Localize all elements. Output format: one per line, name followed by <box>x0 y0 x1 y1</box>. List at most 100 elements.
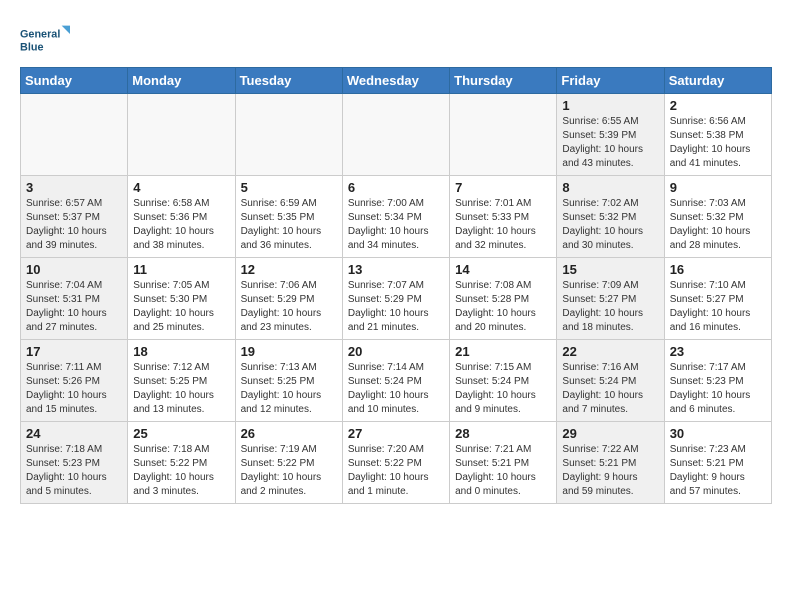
day-info: Sunrise: 6:57 AMSunset: 5:37 PMDaylight:… <box>26 197 122 253</box>
day-cell: 2 Sunrise: 6:56 AMSunset: 5:38 PMDaylight… <box>664 94 771 176</box>
day-number: 10 <box>26 262 122 277</box>
day-cell: 21 Sunrise: 7:15 AMSunset: 5:24 PMDayligh… <box>450 340 557 422</box>
week-row-2: 3 Sunrise: 6:57 AMSunset: 5:37 PMDaylight… <box>21 176 772 258</box>
day-number: 16 <box>670 262 766 277</box>
day-cell <box>235 94 342 176</box>
day-info: Sunrise: 7:03 AMSunset: 5:32 PMDaylight:… <box>670 197 766 253</box>
weekday-header-monday: Monday <box>128 68 235 94</box>
weekday-header-wednesday: Wednesday <box>342 68 449 94</box>
day-number: 6 <box>348 180 444 195</box>
day-info: Sunrise: 7:09 AMSunset: 5:27 PMDaylight:… <box>562 279 658 335</box>
day-cell: 13Sunrise: 7:07 AMSunset: 5:29 PMDayligh… <box>342 258 449 340</box>
svg-text:General: General <box>20 28 60 40</box>
day-cell <box>21 94 128 176</box>
day-cell: 17 Sunrise: 7:11 AMSunset: 5:26 PMDayligh… <box>21 340 128 422</box>
day-info: Sunrise: 7:14 AMSunset: 5:24 PMDaylight:… <box>348 361 444 417</box>
svg-text:Blue: Blue <box>20 42 43 54</box>
week-row-1: 1Sunrise: 6:55 AMSunset: 5:39 PMDaylight… <box>21 94 772 176</box>
day-cell: 10 Sunrise: 7:04 AMSunset: 5:31 PMDayligh… <box>21 258 128 340</box>
day-cell: 6 Sunrise: 7:00 AMSunset: 5:34 PMDaylight… <box>342 176 449 258</box>
day-cell: 30Sunrise: 7:23 AMSunset: 5:21 PMDayligh… <box>664 422 771 504</box>
day-number: 23 <box>670 344 766 359</box>
day-number: 17 <box>26 344 122 359</box>
day-info: Sunrise: 7:18 AMSunset: 5:23 PMDaylight:… <box>26 443 122 499</box>
day-cell: 19 Sunrise: 7:13 AMSunset: 5:25 PMDayligh… <box>235 340 342 422</box>
day-cell: 22 Sunrise: 7:16 AMSunset: 5:24 PMDayligh… <box>557 340 664 422</box>
day-info: Sunrise: 7:21 AMSunset: 5:21 PMDaylight:… <box>455 443 551 499</box>
day-number: 29 <box>562 426 658 441</box>
day-cell: 20 Sunrise: 7:14 AMSunset: 5:24 PMDayligh… <box>342 340 449 422</box>
day-number: 28 <box>455 426 551 441</box>
day-info: Sunrise: 7:05 AMSunset: 5:30 PMDaylight:… <box>133 279 229 335</box>
day-info: Sunrise: 7:13 AMSunset: 5:25 PMDaylight:… <box>241 361 337 417</box>
day-info: Sunrise: 7:19 AMSunset: 5:22 PMDaylight:… <box>241 443 337 499</box>
week-row-3: 10 Sunrise: 7:04 AMSunset: 5:31 PMDayligh… <box>21 258 772 340</box>
calendar-table: SundayMondayTuesdayWednesdayThursdayFrid… <box>20 67 772 504</box>
day-cell: 29 Sunrise: 7:22 AMSunset: 5:21 PMDayligh… <box>557 422 664 504</box>
day-info: Sunrise: 7:00 AMSunset: 5:34 PMDaylight:… <box>348 197 444 253</box>
day-cell: 4 Sunrise: 6:58 AMSunset: 5:36 PMDaylight… <box>128 176 235 258</box>
day-info: Sunrise: 7:17 AMSunset: 5:23 PMDaylight:… <box>670 361 766 417</box>
day-info: Sunrise: 7:08 AMSunset: 5:28 PMDaylight:… <box>455 279 551 335</box>
day-info: Sunrise: 7:12 AMSunset: 5:25 PMDaylight:… <box>133 361 229 417</box>
day-info: Sunrise: 7:02 AMSunset: 5:32 PMDaylight:… <box>562 197 658 253</box>
day-cell: 18 Sunrise: 7:12 AMSunset: 5:25 PMDayligh… <box>128 340 235 422</box>
day-info: Sunrise: 7:16 AMSunset: 5:24 PMDaylight:… <box>562 361 658 417</box>
weekday-header-saturday: Saturday <box>664 68 771 94</box>
day-number: 2 <box>670 98 766 113</box>
day-cell <box>128 94 235 176</box>
day-info: Sunrise: 7:11 AMSunset: 5:26 PMDaylight:… <box>26 361 122 417</box>
day-info: Sunrise: 7:20 AMSunset: 5:22 PMDaylight:… <box>348 443 444 499</box>
logo: General Blue <box>20 19 70 59</box>
day-cell: 12 Sunrise: 7:06 AMSunset: 5:29 PMDayligh… <box>235 258 342 340</box>
day-info: Sunrise: 7:06 AMSunset: 5:29 PMDaylight:… <box>241 279 337 335</box>
day-cell: 1Sunrise: 6:55 AMSunset: 5:39 PMDaylight… <box>557 94 664 176</box>
day-info: Sunrise: 7:15 AMSunset: 5:24 PMDaylight:… <box>455 361 551 417</box>
day-cell: 7 Sunrise: 7:01 AMSunset: 5:33 PMDaylight… <box>450 176 557 258</box>
day-number: 8 <box>562 180 658 195</box>
logo-svg: General Blue <box>20 19 70 59</box>
day-cell: 16 Sunrise: 7:10 AMSunset: 5:27 PMDayligh… <box>664 258 771 340</box>
day-cell: 11 Sunrise: 7:05 AMSunset: 5:30 PMDayligh… <box>128 258 235 340</box>
day-cell: 15 Sunrise: 7:09 AMSunset: 5:27 PMDayligh… <box>557 258 664 340</box>
day-cell: 28 Sunrise: 7:21 AMSunset: 5:21 PMDayligh… <box>450 422 557 504</box>
day-info: Sunrise: 7:01 AMSunset: 5:33 PMDaylight:… <box>455 197 551 253</box>
day-info: Sunrise: 7:07 AMSunset: 5:29 PMDaylight:… <box>348 279 444 335</box>
day-cell: 5 Sunrise: 6:59 AMSunset: 5:35 PMDaylight… <box>235 176 342 258</box>
day-cell: 14 Sunrise: 7:08 AMSunset: 5:28 PMDayligh… <box>450 258 557 340</box>
day-number: 4 <box>133 180 229 195</box>
day-number: 7 <box>455 180 551 195</box>
day-number: 26 <box>241 426 337 441</box>
day-cell: 26 Sunrise: 7:19 AMSunset: 5:22 PMDayligh… <box>235 422 342 504</box>
day-cell <box>342 94 449 176</box>
day-number: 3 <box>26 180 122 195</box>
weekday-header-tuesday: Tuesday <box>235 68 342 94</box>
day-number: 22 <box>562 344 658 359</box>
day-info: Sunrise: 6:59 AMSunset: 5:35 PMDaylight:… <box>241 197 337 253</box>
day-number: 18 <box>133 344 229 359</box>
day-info: Sunrise: 7:10 AMSunset: 5:27 PMDaylight:… <box>670 279 766 335</box>
day-number: 1 <box>562 98 658 113</box>
weekday-header-thursday: Thursday <box>450 68 557 94</box>
day-cell: 27Sunrise: 7:20 AMSunset: 5:22 PMDayligh… <box>342 422 449 504</box>
day-number: 14 <box>455 262 551 277</box>
day-info: Sunrise: 7:04 AMSunset: 5:31 PMDaylight:… <box>26 279 122 335</box>
day-info: Sunrise: 6:58 AMSunset: 5:36 PMDaylight:… <box>133 197 229 253</box>
day-number: 12 <box>241 262 337 277</box>
day-number: 21 <box>455 344 551 359</box>
day-cell: 23 Sunrise: 7:17 AMSunset: 5:23 PMDayligh… <box>664 340 771 422</box>
day-number: 9 <box>670 180 766 195</box>
day-info: Sunrise: 7:22 AMSunset: 5:21 PMDaylight:… <box>562 443 658 499</box>
day-number: 11 <box>133 262 229 277</box>
day-number: 20 <box>348 344 444 359</box>
week-row-4: 17 Sunrise: 7:11 AMSunset: 5:26 PMDayligh… <box>21 340 772 422</box>
day-cell: 9 Sunrise: 7:03 AMSunset: 5:32 PMDaylight… <box>664 176 771 258</box>
day-cell <box>450 94 557 176</box>
day-cell: 3 Sunrise: 6:57 AMSunset: 5:37 PMDaylight… <box>21 176 128 258</box>
day-number: 15 <box>562 262 658 277</box>
day-number: 19 <box>241 344 337 359</box>
weekday-header-friday: Friday <box>557 68 664 94</box>
day-info: Sunrise: 6:56 AMSunset: 5:38 PMDaylight:… <box>670 115 766 171</box>
day-number: 5 <box>241 180 337 195</box>
weekday-header-sunday: Sunday <box>21 68 128 94</box>
